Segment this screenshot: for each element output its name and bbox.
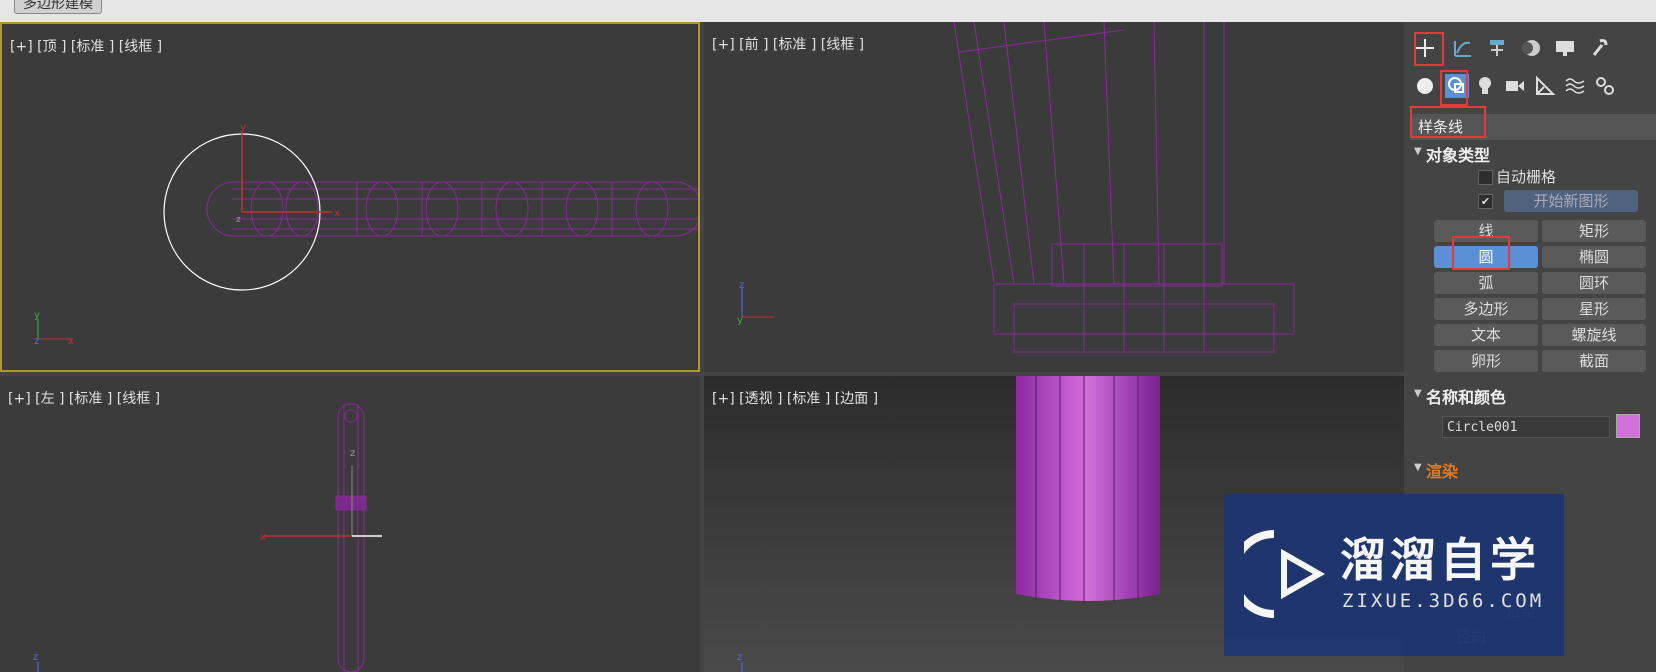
world-y-label: y	[34, 310, 40, 321]
start-new-shape-checkbox[interactable]: ✔	[1478, 194, 1493, 209]
spacewarps-icon[interactable]	[1558, 70, 1592, 102]
highlight-shapes	[1440, 70, 1468, 106]
start-new-shape-button[interactable]: 开始新图形	[1504, 190, 1638, 212]
watermark-overlay: 溜溜自学 ZIXUE.3D66.COM	[1224, 494, 1564, 656]
viewport-label-left[interactable]: [+] [左 ] [标准 ] [线框 ]	[8, 388, 160, 408]
world-z-label: z	[737, 652, 742, 663]
title-bar: 多边形建模	[0, 0, 1656, 22]
gizmo-y-label: y	[240, 122, 246, 133]
viewport-left[interactable]: x z z [+] [左 ] [标准 ] [线框 ]	[0, 376, 700, 672]
donut-button[interactable]: 圆环	[1542, 272, 1646, 294]
egg-button[interactable]: 卵形	[1434, 350, 1538, 372]
world-y-label: y	[737, 315, 743, 326]
geometry-icon[interactable]	[1408, 70, 1442, 102]
cameras-icon[interactable]	[1498, 70, 1532, 102]
object-type-heading[interactable]: 对象类型	[1426, 142, 1490, 166]
play-logo-icon	[1244, 530, 1326, 618]
highlight-circle	[1452, 236, 1510, 270]
ngon-button[interactable]: 多边形	[1434, 298, 1538, 320]
highlight-dropdown	[1410, 106, 1486, 138]
arc-button[interactable]: 弧	[1434, 272, 1538, 294]
auto-grid-checkbox[interactable]	[1478, 170, 1493, 185]
highlight-create	[1414, 32, 1444, 66]
text-button[interactable]: 文本	[1434, 324, 1538, 346]
rendering-heading[interactable]: 渲染	[1426, 458, 1458, 482]
helpers-icon[interactable]	[1528, 70, 1562, 102]
auto-grid-label: 自动栅格	[1496, 168, 1557, 186]
collapse-arrow-icon[interactable]: ▼	[1414, 388, 1422, 399]
viewport-label-top[interactable]: [+] [顶 ] [标准 ] [线框 ]	[10, 36, 162, 56]
display-icon[interactable]	[1548, 32, 1582, 64]
viewport-left-canvas: x z z	[33, 403, 382, 672]
watermark-url: ZIXUE.3D66.COM	[1342, 590, 1545, 612]
viewport-front-canvas: z y	[737, 22, 1295, 353]
rectangle-button[interactable]: 矩形	[1542, 220, 1646, 242]
gizmo-x-label: x	[260, 532, 266, 543]
utilities-icon[interactable]	[1582, 32, 1616, 64]
section-button[interactable]: 截面	[1542, 350, 1646, 372]
world-x-label: x	[68, 336, 74, 347]
gizmo-x-label: x	[334, 208, 340, 219]
world-z-label: z	[34, 336, 39, 347]
object-color-swatch[interactable]	[1616, 414, 1640, 438]
viewport-top-canvas: x y z y z x	[34, 122, 698, 347]
ribbon-tab[interactable]: 多边形建模	[14, 0, 102, 14]
name-color-heading[interactable]: 名称和颜色	[1426, 384, 1506, 408]
modify-icon[interactable]	[1446, 32, 1480, 64]
hierarchy-icon[interactable]	[1480, 32, 1514, 64]
systems-icon[interactable]	[1588, 70, 1622, 102]
ellipse-button[interactable]: 椭圆	[1542, 246, 1646, 268]
viewport-top[interactable]: x y z y z x [+] [顶 ] [标准 ] [线框 ]	[0, 22, 700, 372]
lights-icon[interactable]	[1468, 70, 1502, 102]
gizmo-z-label: z	[350, 448, 355, 459]
collapse-arrow-icon[interactable]: ▼	[1414, 462, 1422, 473]
world-z-label: z	[33, 652, 38, 663]
watermark-brand: 溜溜自学	[1340, 533, 1540, 587]
motion-icon[interactable]	[1514, 32, 1548, 64]
viewport-front[interactable]: z y [+] [前 ] [标准 ] [线框 ]	[704, 22, 1404, 372]
viewport-label-perspective[interactable]: [+] [透视 ] [标准 ] [边面 ]	[712, 388, 878, 408]
object-name-field[interactable]: Circle001	[1442, 416, 1610, 438]
world-z-label: z	[739, 280, 744, 291]
star-button[interactable]: 星形	[1542, 298, 1646, 320]
viewport-label-front[interactable]: [+] [前 ] [标准 ] [线框 ]	[712, 34, 864, 54]
gizmo-z-label: z	[236, 215, 241, 225]
helix-button[interactable]: 螺旋线	[1542, 324, 1646, 346]
collapse-arrow-icon[interactable]: ▼	[1414, 146, 1422, 157]
